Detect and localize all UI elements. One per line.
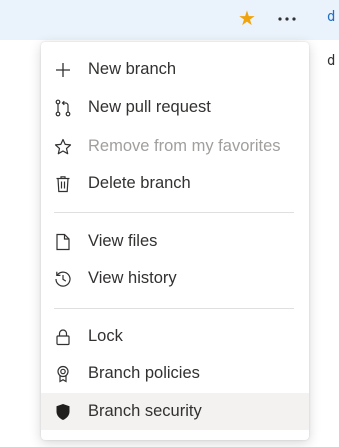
top-toolbar: ★ d <box>0 0 339 40</box>
branch-context-menu: New branch New pull request Remove from … <box>41 42 309 440</box>
menu-item-lock[interactable]: Lock <box>41 318 309 355</box>
badge-icon <box>54 365 72 383</box>
menu-item-label: Delete branch <box>88 174 191 192</box>
menu-item-label: Branch security <box>88 402 202 420</box>
star-outline-icon <box>54 138 72 156</box>
menu-item-branch-security[interactable]: Branch security <box>41 393 309 430</box>
menu-item-label: View history <box>88 269 177 287</box>
menu-item-remove-favorite: Remove from my favorites <box>41 128 309 165</box>
menu-item-label: Lock <box>88 327 123 345</box>
plus-icon <box>54 61 72 79</box>
menu-separator <box>54 308 294 309</box>
menu-item-new-pull-request[interactable]: New pull request <box>41 89 309 126</box>
shield-icon <box>54 403 72 421</box>
menu-item-delete-branch[interactable]: Delete branch <box>41 165 309 202</box>
more-horizontal-icon[interactable] <box>274 8 300 30</box>
star-filled-icon[interactable]: ★ <box>236 8 258 30</box>
menu-item-label: View files <box>88 232 158 250</box>
menu-item-new-branch[interactable]: New branch <box>41 51 309 88</box>
pull-request-icon <box>54 99 72 117</box>
menu-item-label: Remove from my favorites <box>88 137 281 155</box>
menu-item-view-history[interactable]: View history <box>41 260 309 297</box>
menu-item-view-files[interactable]: View files <box>41 223 309 260</box>
menu-item-label: Branch policies <box>88 364 200 382</box>
trash-icon <box>54 175 72 193</box>
lock-icon <box>54 328 72 346</box>
clipped-link-text[interactable]: d <box>327 9 335 25</box>
clipped-text: d <box>327 53 336 69</box>
file-icon <box>54 233 72 251</box>
menu-item-label: New branch <box>88 60 177 78</box>
menu-item-branch-policies[interactable]: Branch policies <box>41 355 309 392</box>
history-icon <box>54 270 72 288</box>
menu-item-label: New pull request <box>88 98 211 116</box>
menu-separator <box>54 212 294 213</box>
